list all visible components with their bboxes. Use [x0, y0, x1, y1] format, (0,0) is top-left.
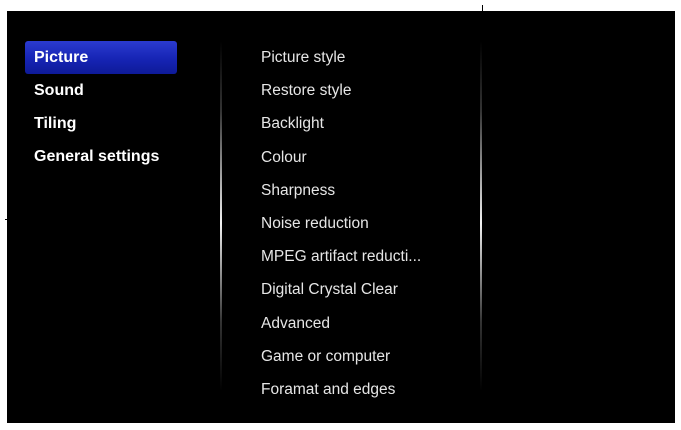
submenu-item-mpeg-artifact-reduction[interactable]: MPEG artifact reducti...	[252, 240, 472, 273]
menu-item-tiling[interactable]: Tiling	[25, 107, 177, 140]
submenu-item-label: Sharpness	[261, 181, 336, 199]
submenu-item-game-or-computer[interactable]: Game or computer	[252, 340, 472, 373]
submenu-item-label: Restore style	[261, 82, 352, 100]
menu-item-general-settings[interactable]: General settings	[25, 140, 177, 173]
submenu-item-noise-reduction[interactable]: Noise reduction	[252, 207, 472, 240]
submenu-item-label: Foramat and edges	[261, 380, 396, 398]
submenu-item-picture-style[interactable]: Picture style	[252, 41, 472, 74]
submenu-item-label: Advanced	[261, 314, 330, 332]
submenu-item-label: Colour	[261, 148, 307, 166]
picture-submenu: Picture style Restore style Backlight Co…	[252, 41, 472, 406]
column-divider-left	[220, 41, 222, 391]
submenu-item-restore-style[interactable]: Restore style	[252, 74, 472, 107]
menu-item-label: Picture	[34, 49, 89, 66]
submenu-item-sharpness[interactable]: Sharpness	[252, 174, 472, 207]
submenu-item-label: Picture style	[261, 49, 346, 66]
submenu-item-label: Game or computer	[261, 347, 391, 365]
submenu-item-digital-crystal-clear[interactable]: Digital Crystal Clear	[252, 273, 472, 306]
submenu-item-colour[interactable]: Colour	[252, 141, 472, 174]
submenu-item-label: MPEG artifact reducti...	[261, 248, 422, 266]
menu-item-label: Tiling	[34, 115, 77, 132]
submenu-item-label: Digital Crystal Clear	[261, 281, 398, 299]
menu-item-picture[interactable]: Picture	[25, 41, 177, 74]
submenu-item-advanced[interactable]: Advanced	[252, 307, 472, 340]
column-divider-right	[480, 41, 482, 391]
osd-settings-screen: Picture Sound Tiling General settings Pi…	[7, 11, 675, 423]
menu-item-sound[interactable]: Sound	[25, 74, 177, 107]
submenu-item-label: Noise reduction	[261, 214, 369, 232]
menu-item-label: General settings	[34, 148, 160, 165]
submenu-item-backlight[interactable]: Backlight	[252, 107, 472, 140]
main-menu: Picture Sound Tiling General settings	[25, 41, 177, 173]
submenu-item-label: Backlight	[261, 115, 324, 133]
menu-item-label: Sound	[34, 82, 84, 99]
submenu-item-format-and-edges[interactable]: Foramat and edges	[252, 373, 472, 406]
